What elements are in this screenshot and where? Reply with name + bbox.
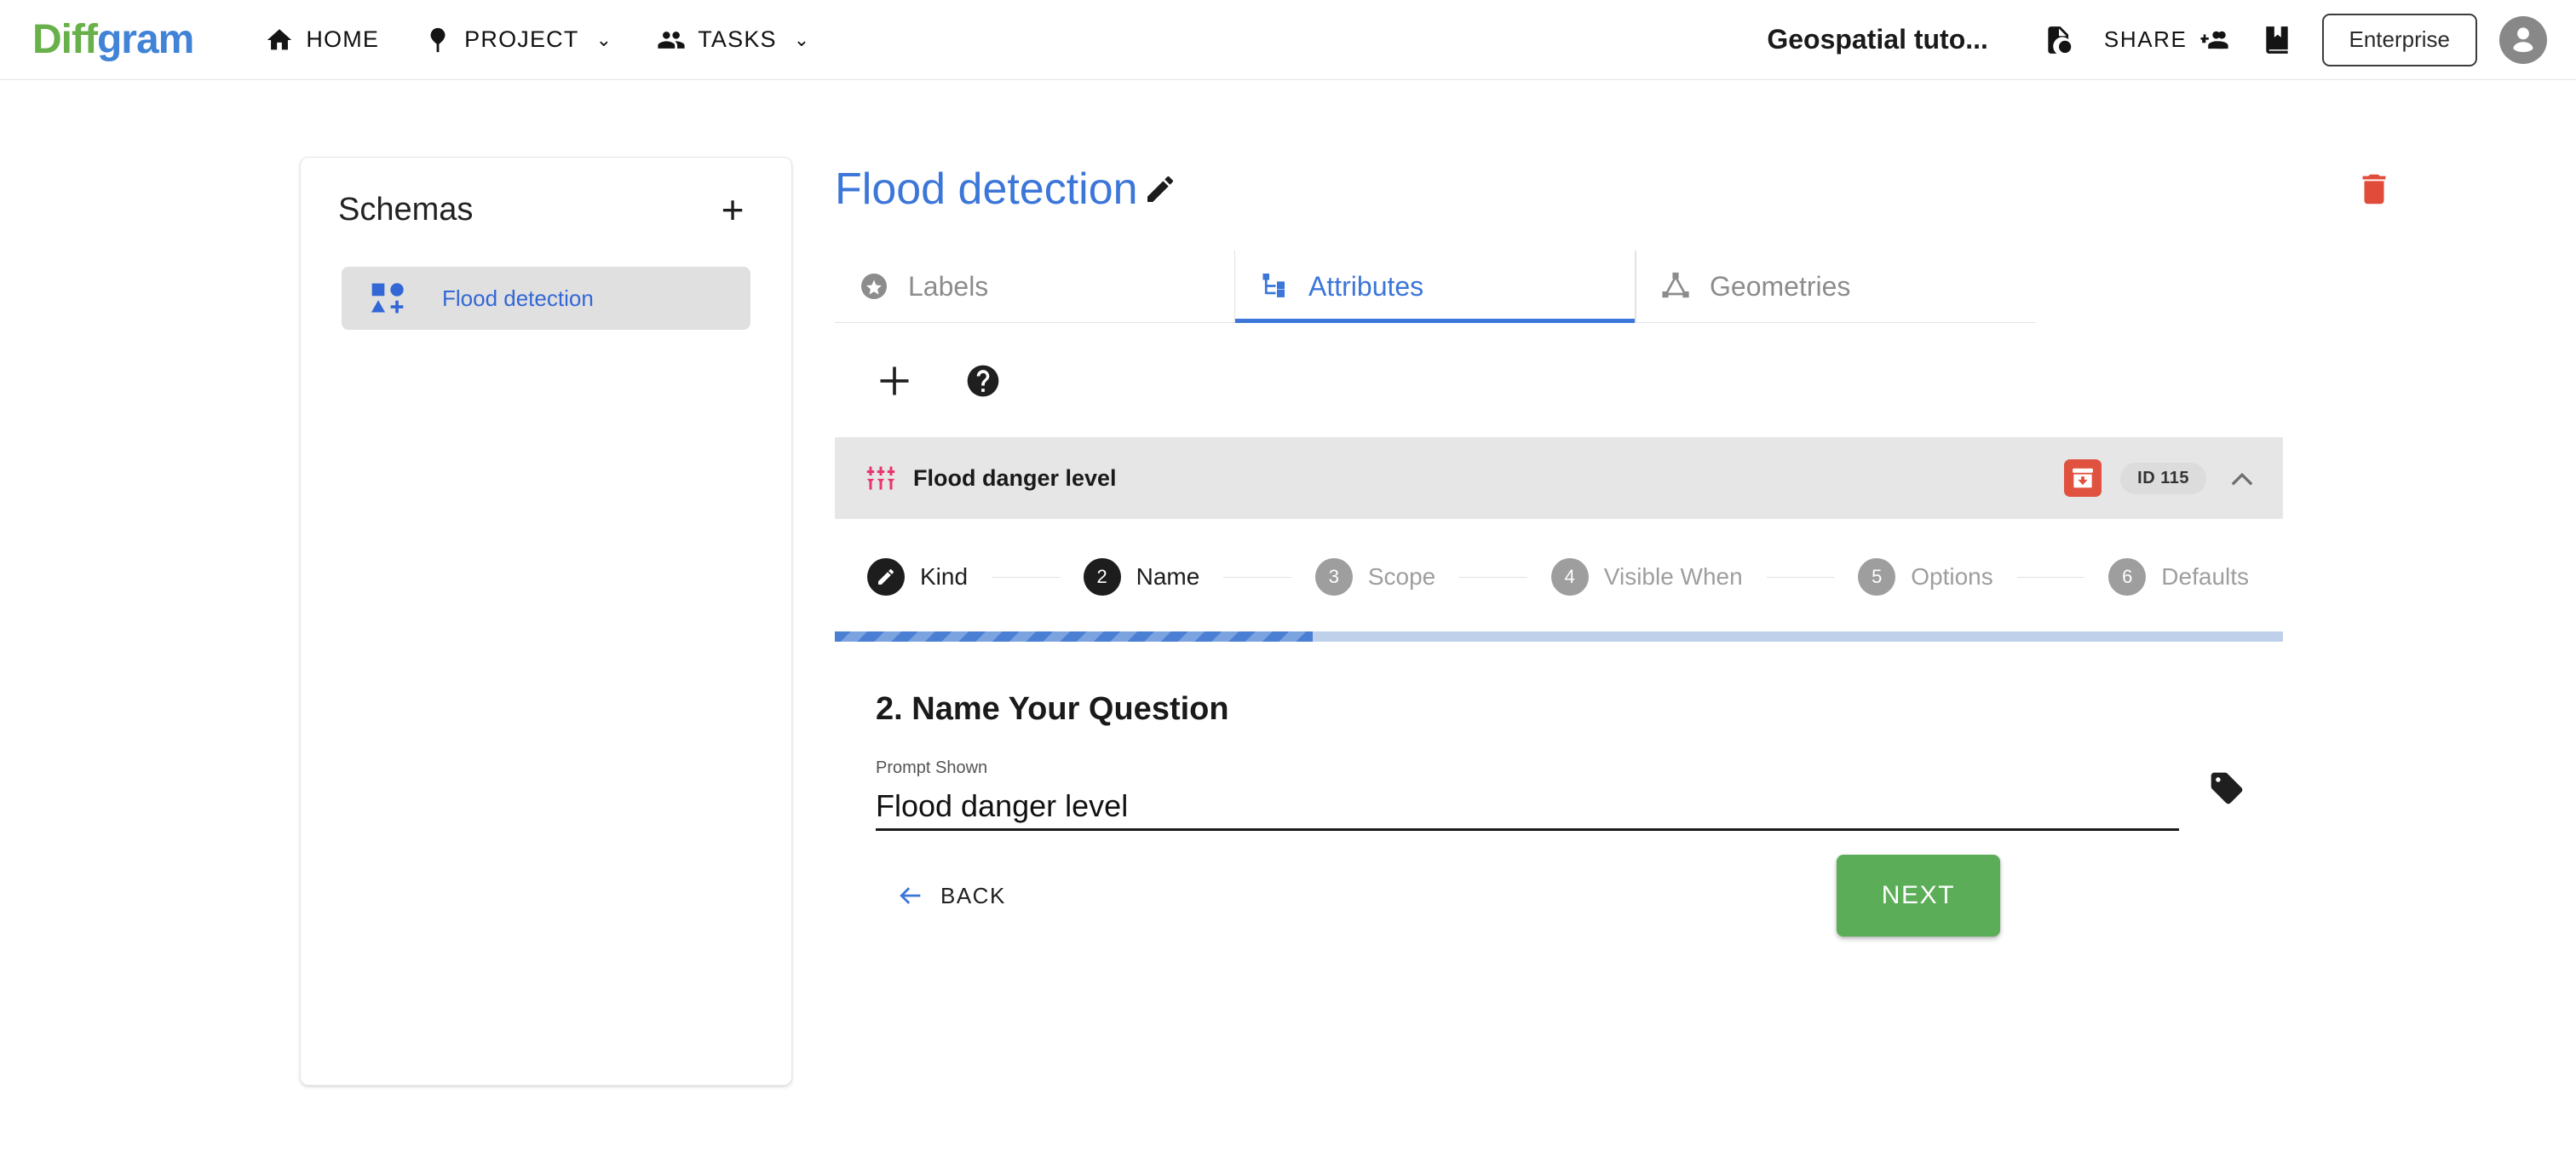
chevron-down-icon: ⌄ [793,28,811,50]
document-clock-icon[interactable] [2033,14,2085,66]
book-bookmark-icon[interactable] [2251,14,2303,66]
tag-icon[interactable] [2208,770,2245,807]
back-button[interactable]: BACK [876,866,1026,926]
tab-attributes-label: Attributes [1308,270,1424,302]
shapes-add-icon [369,280,406,317]
schemas-header: Schemas + [301,158,791,229]
logo-text-secondary: gram [96,17,194,62]
schema-title-row: Flood detection [835,164,2576,215]
arrow-left-icon [896,885,925,907]
step-divider [2016,576,2085,578]
help-circle-icon[interactable] [964,362,1002,400]
nav-item-tasks-label: TASKS [698,26,777,52]
diffgram-logo[interactable]: Diff gram [32,16,194,63]
schemas-list: Flood detection [301,267,791,330]
step-visible-when[interactable]: 4 Visible When [1550,558,1743,596]
project-title: Geospatial tuto... [1767,24,1988,55]
prompt-field-row: Prompt Shown [876,758,2283,831]
step-visible-when-bubble: 4 [1550,558,1589,596]
step-kind-bubble [867,558,905,596]
name-question-form: 2. Name Your Question Prompt Shown [835,691,2283,831]
step-defaults-label: Defaults [2161,563,2250,590]
logo-text-primary: Diff [32,17,98,62]
tab-attributes[interactable]: Attributes [1234,251,1636,323]
step-options[interactable]: 5 Options [1858,558,1993,596]
tab-labels-label: Labels [908,270,989,302]
step-name-bubble: 2 [1083,558,1121,596]
sidebar-item-label: Flood detection [442,285,594,311]
back-button-label: BACK [940,882,1006,908]
prompt-shown-input[interactable] [876,783,2179,831]
enterprise-button[interactable]: Enterprise [2321,13,2477,66]
polygon-vertex-icon [1660,271,1691,302]
nav-item-project-label: PROJECT [464,26,579,52]
tab-geometries[interactable]: Geometries [1636,251,2036,322]
page-body: Schemas + Flood detection Flood detectio… [0,80,2576,1176]
archive-download-icon[interactable] [2064,459,2102,497]
prompt-field-label: Prompt Shown [876,758,988,777]
sidebar-item-flood-detection[interactable]: Flood detection [342,267,750,330]
delete-schema-button[interactable] [2355,170,2394,209]
people-icon [657,26,686,55]
step-scope-bubble: 3 [1314,558,1353,596]
wizard-stepper: Kind 2 Name 3 Scope 4 Visible When 5 Opt… [835,558,2283,596]
next-button[interactable]: NEXT [1837,855,2000,937]
attribute-group-header[interactable]: Flood danger level ID 115 [835,437,2283,519]
wizard-progress-bar [835,631,1313,642]
step-kind-label: Kind [920,563,969,590]
step-kind[interactable]: Kind [867,558,968,596]
step-defaults[interactable]: 6 Defaults [2108,558,2249,596]
star-circle-icon [859,271,889,302]
person-add-icon [2199,24,2232,55]
topbar-right-cluster: Geospatial tuto... SHARE Enterprise [1767,13,2576,66]
step-options-label: Options [1911,563,1993,590]
schema-tabs: Labels Attributes Geometries [835,251,2036,323]
top-navigation-bar: Diff gram HOME PROJECT ⌄ TASKS ⌄ Geospati… [0,0,2576,80]
step-divider [1223,576,1291,578]
tab-geometries-label: Geometries [1710,270,1851,302]
attributes-toolbar [835,362,2576,400]
wizard-actions: BACK NEXT [835,855,2283,937]
avatar[interactable] [2499,15,2547,64]
attribute-id-badge: ID 115 [2120,462,2206,494]
account-tree-icon [1259,271,1290,302]
share-button[interactable]: SHARE [2085,14,2251,66]
tab-labels[interactable]: Labels [835,251,1234,322]
add-attribute-button[interactable] [876,362,913,400]
attribute-group-actions: ID 115 [2064,459,2259,497]
form-heading: 2. Name Your Question [876,691,1229,727]
step-defaults-bubble: 6 [2108,558,2147,596]
step-options-bubble: 5 [1858,558,1896,596]
wizard-progress-track [835,631,2283,642]
schemas-panel: Schemas + Flood detection [300,157,792,1086]
step-scope-label: Scope [1367,563,1436,590]
step-divider [1766,576,1835,578]
prompt-field-wrapper: Prompt Shown [876,758,2179,831]
home-icon [265,26,294,55]
step-divider [992,576,1060,578]
pencil-icon[interactable] [1143,172,1177,206]
chevron-up-icon[interactable] [2225,461,2259,495]
add-schema-button[interactable]: + [711,190,754,229]
step-name-label: Name [1136,563,1200,590]
main-nav-items: HOME PROJECT ⌄ TASKS ⌄ [243,0,832,80]
nav-item-project[interactable]: PROJECT ⌄ [401,0,635,80]
step-scope[interactable]: 3 Scope [1314,558,1436,596]
schemas-title: Schemas [338,191,474,228]
nav-item-tasks[interactable]: TASKS ⌄ [635,0,832,80]
nav-item-home-label: HOME [306,26,380,52]
schema-detail-content: Flood detection Labels Attributes Geomet… [835,80,2576,937]
share-label: SHARE [2103,26,2188,52]
nav-item-home[interactable]: HOME [243,0,401,80]
location-pin-icon [423,26,452,55]
chevron-down-icon: ⌄ [595,28,613,50]
step-divider [1459,576,1527,578]
attribute-group-name: Flood danger level [913,464,1117,491]
tune-sliders-icon [865,463,896,493]
step-visible-when-label: Visible When [1603,563,1743,590]
enterprise-label: Enterprise [2349,26,2451,52]
page-title: Flood detection [835,164,1138,214]
step-name[interactable]: 2 Name [1083,558,1200,596]
